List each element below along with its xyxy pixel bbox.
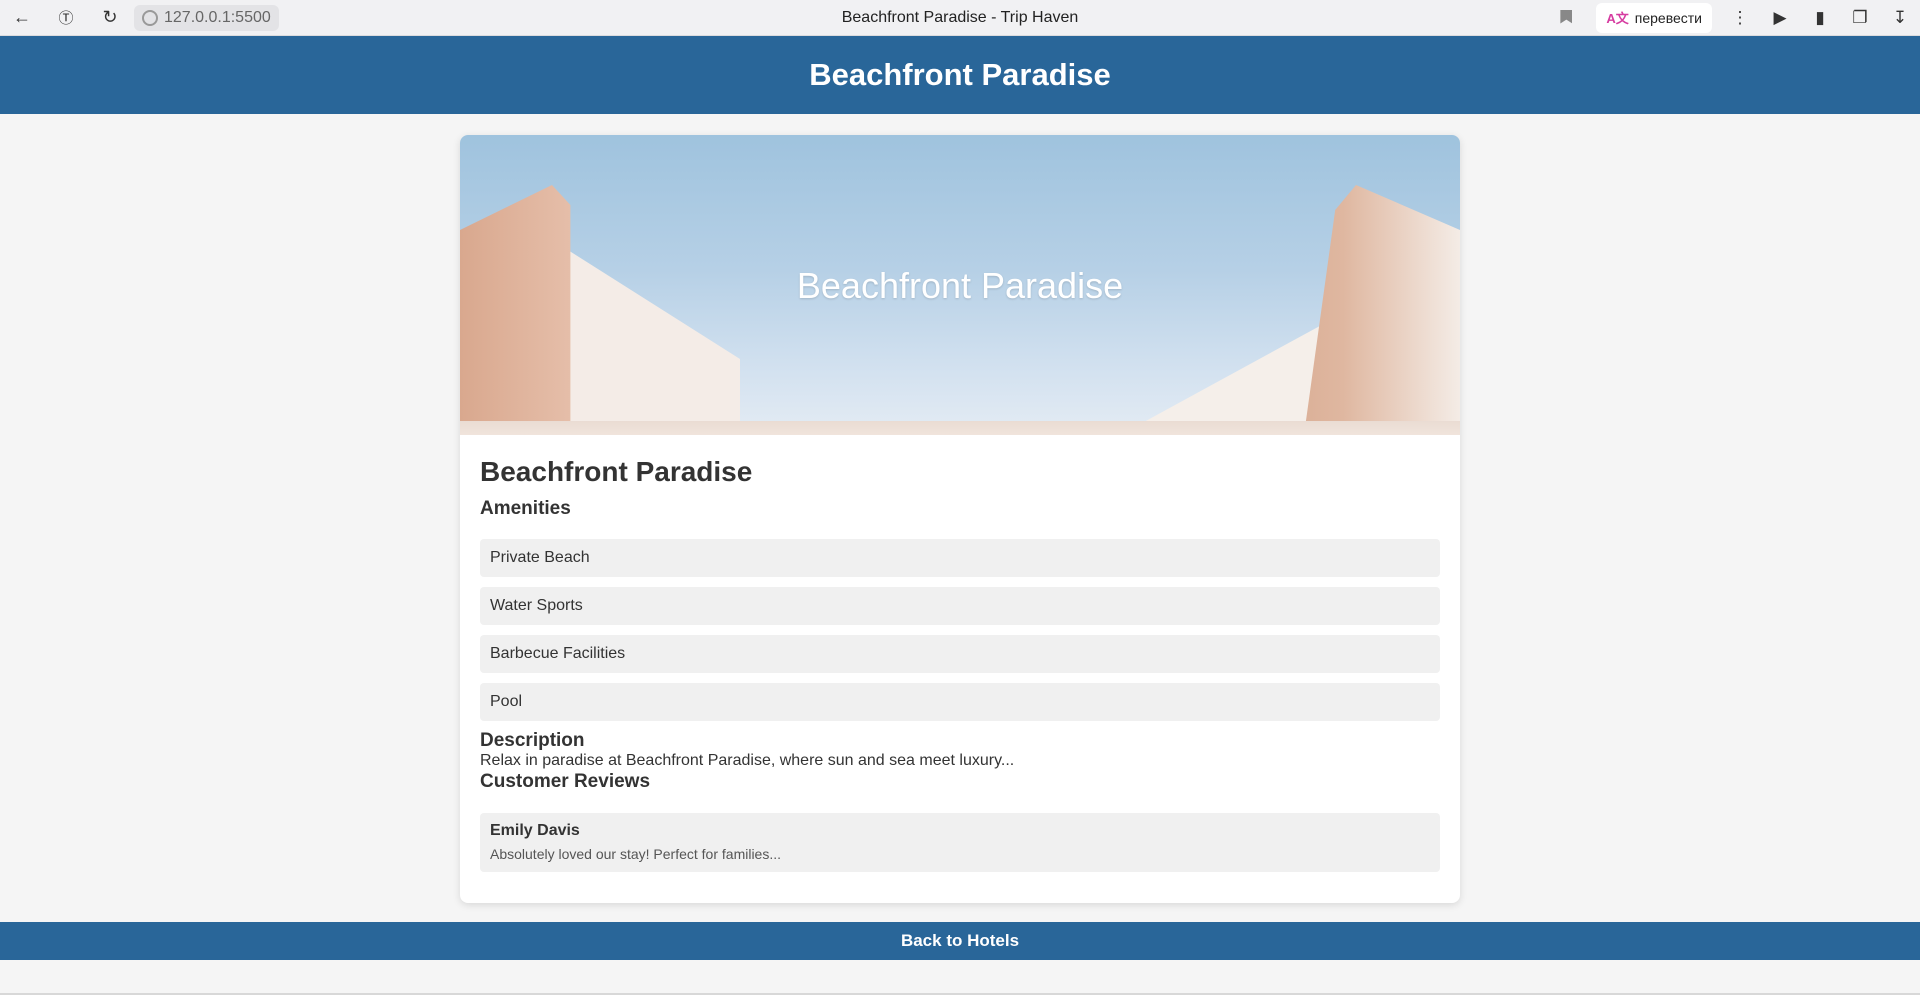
description-heading: Description	[480, 730, 585, 751]
bookmark-icon[interactable]	[1560, 10, 1574, 26]
url-text: 127.0.0.1:5500	[164, 8, 271, 26]
menu-icon[interactable]: ⋮	[1720, 0, 1760, 36]
hero-title: Beachfront Paradise	[796, 265, 1124, 306]
amenity-item: Pool	[480, 683, 1440, 721]
amenity-item: Water Sports	[480, 587, 1440, 625]
hotel-details: Beachfront Paradise Amenities Private Be…	[460, 435, 1460, 872]
description-text: Relax in paradise at Beachfront Paradise…	[480, 752, 1015, 769]
amenity-list: Private Beach Water Sports Barbecue Faci…	[480, 539, 1440, 721]
page-title: Beachfront Paradise	[809, 57, 1111, 92]
reviews-heading: Customer Reviews	[480, 771, 651, 792]
hotel-hero-image: Beachfront Paradise	[460, 135, 1460, 435]
amenity-item: Private Beach	[480, 539, 1440, 577]
yandex-icon[interactable]: Ⓣ	[44, 0, 88, 36]
collections-icon[interactable]: ❐	[1840, 0, 1880, 36]
reload-icon[interactable]: ↻	[88, 0, 132, 36]
review-text: Absolutely loved our stay! Perfect for f…	[490, 846, 782, 862]
review-card: Emily Davis Absolutely loved our stay! P…	[480, 813, 1440, 872]
site-info-icon[interactable]	[142, 9, 158, 26]
translate-button[interactable]: A文 перевести	[1596, 2, 1712, 33]
back-to-hotels-button[interactable]: Back to Hotels	[0, 922, 1920, 960]
hotel-card: Beachfront Paradise Beachfront Paradise …	[460, 135, 1460, 903]
site-header: Beachfront Paradise	[0, 36, 1920, 114]
amenities-heading: Amenities	[480, 498, 571, 519]
review-author: Emily Davis	[490, 822, 580, 839]
translate-icon: A文	[1606, 11, 1629, 26]
amenity-item: Barbecue Facilities	[480, 635, 1440, 673]
translate-label: перевести	[1634, 9, 1702, 26]
hotel-name: Beachfront Paradise	[480, 456, 753, 487]
media-icon[interactable]: ▶	[1760, 0, 1800, 36]
browser-toolbar: ← Ⓣ ↻ 127.0.0.1:5500 Beachfront Paradise…	[0, 0, 1920, 36]
address-bar[interactable]: 127.0.0.1:5500	[134, 4, 279, 31]
back-icon[interactable]: ←	[0, 0, 44, 36]
building-base	[460, 421, 1460, 435]
battery-icon[interactable]: ▮	[1800, 0, 1840, 36]
download-icon[interactable]: ↧	[1880, 0, 1920, 36]
